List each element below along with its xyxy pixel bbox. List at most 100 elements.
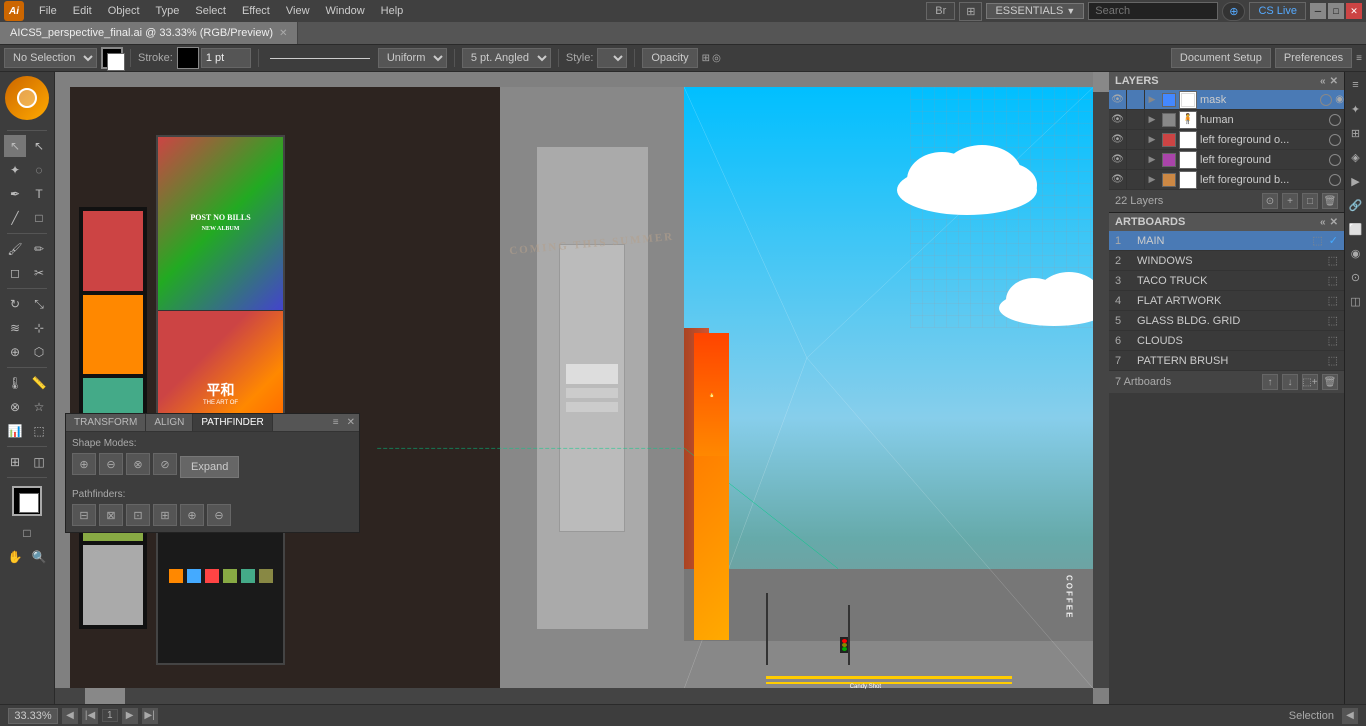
panel-drag-bar[interactable]: TRANSFORM ALIGN PATHFINDER ≡ ✕ xyxy=(66,414,359,432)
new-sublayer-btn[interactable]: + xyxy=(1282,193,1298,209)
rect-tool[interactable]: □ xyxy=(28,207,50,229)
swatches-icon[interactable]: ⬜ xyxy=(1347,220,1365,238)
gradient-tool[interactable]: ◫ xyxy=(28,451,50,473)
layer-lock-toggle[interactable] xyxy=(1127,90,1145,110)
artboard-row[interactable]: 4 FLAT ARTWORK ⬚ xyxy=(1109,291,1344,311)
merge-btn[interactable]: ⊡ xyxy=(126,504,150,526)
canvas-area[interactable]: POST NO BILLSNEW ALBUM 平和 THE ART OF OCT… xyxy=(55,72,1109,704)
artboard-row[interactable]: 7 PATTERN BRUSH ⬚ xyxy=(1109,351,1344,371)
vertical-scrollbar[interactable] xyxy=(1093,72,1109,688)
stroke-width-input[interactable] xyxy=(201,48,251,68)
artboard-row[interactable]: 1 MAIN ⬚ ✓ xyxy=(1109,231,1344,251)
shape-builder-tool[interactable]: ⊕ xyxy=(4,341,26,363)
move-down-btn[interactable]: ↓ xyxy=(1282,374,1298,390)
lasso-tool[interactable]: ◌ xyxy=(28,159,50,181)
pencil-tool[interactable]: ✏ xyxy=(28,238,50,260)
stroke-color[interactable] xyxy=(177,47,199,69)
warp-tool[interactable]: ≋ xyxy=(4,317,26,339)
hand-tool[interactable]: ✋ xyxy=(4,546,26,568)
live-paint-tool[interactable]: ⬡ xyxy=(28,341,50,363)
first-artboard-btn[interactable]: |◀ xyxy=(82,708,98,724)
layer-visibility-toggle[interactable]: 👁 xyxy=(1109,110,1127,130)
panel-close-icon[interactable]: ✕ xyxy=(1330,217,1338,228)
navigate-left-btn[interactable]: ◀ xyxy=(1342,708,1358,724)
minus-front-btn[interactable]: ⊖ xyxy=(99,453,123,475)
layer-visibility-toggle[interactable]: 👁 xyxy=(1109,90,1127,110)
layers-panel-header[interactable]: LAYERS « ✕ xyxy=(1109,72,1344,90)
opacity-btn[interactable]: Opacity xyxy=(642,48,697,68)
style-dropdown[interactable] xyxy=(597,48,627,68)
tab-close-icon[interactable]: ✕ xyxy=(279,28,287,39)
ai-icon[interactable]: ⊕ xyxy=(1222,2,1245,21)
scissors-tool[interactable]: ✂ xyxy=(28,262,50,284)
layer-target-circle[interactable] xyxy=(1329,174,1341,186)
paintbrush-tool[interactable]: 🖌 xyxy=(4,238,26,260)
target-icon[interactable]: ⊙ xyxy=(1347,268,1365,286)
layer-row[interactable]: 👁 ▶ mask ◉ xyxy=(1109,90,1344,110)
menu-type[interactable]: Type xyxy=(149,3,187,19)
search-input[interactable] xyxy=(1088,2,1218,20)
stroke-uniform-dropdown[interactable]: Uniform xyxy=(378,48,447,68)
menu-view[interactable]: View xyxy=(279,3,317,19)
layer-target-circle[interactable] xyxy=(1329,154,1341,166)
layer-expand-arrow[interactable]: ▶ xyxy=(1145,170,1159,190)
color-guide-icon[interactable]: ◉ xyxy=(1347,244,1365,262)
menu-effect[interactable]: Effect xyxy=(235,3,277,19)
new-layer-btn[interactable]: □ xyxy=(1302,193,1318,209)
blend-tool[interactable]: ⊗ xyxy=(4,396,26,418)
layer-lock-toggle[interactable] xyxy=(1127,150,1145,170)
trim-btn[interactable]: ⊠ xyxy=(99,504,123,526)
outline-btn[interactable]: ⊕ xyxy=(180,504,204,526)
layer-target-circle[interactable] xyxy=(1329,114,1341,126)
layers-icon[interactable]: ≡ xyxy=(1347,76,1365,94)
document-setup-btn[interactable]: Document Setup xyxy=(1171,48,1271,68)
tab-pathfinder[interactable]: PATHFINDER xyxy=(193,414,272,431)
line-tool[interactable]: ╱ xyxy=(4,207,26,229)
stroke-type-dropdown[interactable]: 5 pt. Angled xyxy=(462,48,551,68)
maximize-button[interactable]: □ xyxy=(1328,3,1344,19)
layer-target-circle[interactable] xyxy=(1320,94,1332,106)
artboard-row[interactable]: 3 TACO TRUCK ⬚ xyxy=(1109,271,1344,291)
layer-row[interactable]: 👁 ▶ left foreground b... xyxy=(1109,170,1344,190)
scale-tool[interactable]: ⤡ xyxy=(28,293,50,315)
layer-expand-arrow[interactable]: ▶ xyxy=(1145,110,1159,130)
intersect-btn[interactable]: ⊗ xyxy=(126,453,150,475)
selection-dropdown[interactable]: No Selection xyxy=(4,48,97,68)
minus-back-btn[interactable]: ⊖ xyxy=(207,504,231,526)
layer-lock-toggle[interactable] xyxy=(1127,110,1145,130)
horizontal-scrollbar[interactable] xyxy=(55,688,1093,704)
perspective-tool[interactable]: ⬚ xyxy=(28,420,50,442)
mesh-tool[interactable]: ⊞ xyxy=(4,451,26,473)
layer-target-circle[interactable] xyxy=(1329,134,1341,146)
panel-collapse-icon[interactable]: « xyxy=(1320,76,1326,87)
artboard-row[interactable]: 2 WINDOWS ⬚ xyxy=(1109,251,1344,271)
artboard-row[interactable]: 5 GLASS BLDG. GRID ⬚ xyxy=(1109,311,1344,331)
actions-icon[interactable]: ▶ xyxy=(1347,172,1365,190)
layer-expand-arrow[interactable]: ▶ xyxy=(1145,130,1159,150)
eyedropper-tool[interactable]: 🌡 xyxy=(4,372,26,394)
panel-collapse-icon[interactable]: « xyxy=(1320,217,1326,228)
zoom-tool[interactable]: 🔍 xyxy=(28,546,50,568)
divide-btn[interactable]: ⊟ xyxy=(72,504,96,526)
zoom-input[interactable] xyxy=(8,708,58,724)
layer-row[interactable]: 👁 ▶ 🧍 human xyxy=(1109,110,1344,130)
last-artboard-btn[interactable]: ▶| xyxy=(142,708,158,724)
color-boxes[interactable] xyxy=(101,47,123,69)
layer-visibility-toggle[interactable]: 👁 xyxy=(1109,130,1127,150)
layer-visibility-toggle[interactable]: 👁 xyxy=(1109,170,1127,190)
layer-visibility-toggle[interactable]: 👁 xyxy=(1109,150,1127,170)
magic-wand-tool[interactable]: ✦ xyxy=(4,159,26,181)
delete-layer-btn[interactable]: 🗑 xyxy=(1322,193,1338,209)
essentials-btn[interactable]: ESSENTIALS ▼ xyxy=(986,3,1084,19)
exclude-btn[interactable]: ⊘ xyxy=(153,453,177,475)
layer-lock-toggle[interactable] xyxy=(1127,170,1145,190)
direct-select-tool[interactable]: ↖ xyxy=(28,135,50,157)
menu-file[interactable]: File xyxy=(32,3,64,19)
minimize-button[interactable]: ─ xyxy=(1310,3,1326,19)
rotate-tool[interactable]: ↻ xyxy=(4,293,26,315)
layer-expand-arrow[interactable]: ▶ xyxy=(1145,90,1159,110)
menu-help[interactable]: Help xyxy=(374,3,411,19)
brushes-icon[interactable]: ✦ xyxy=(1347,100,1365,118)
document-tab[interactable]: AICS5_perspective_final.ai @ 33.33% (RGB… xyxy=(0,22,298,44)
cs-live-btn[interactable]: CS Live xyxy=(1249,2,1306,20)
